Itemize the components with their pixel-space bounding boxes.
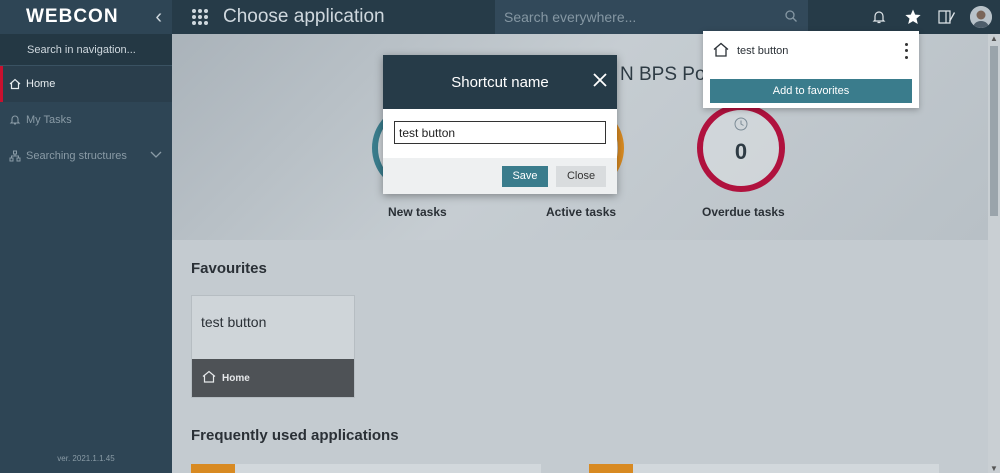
- sidebar-item-home[interactable]: Home: [0, 66, 172, 102]
- dialog-title: Shortcut name: [451, 73, 549, 91]
- dialog-footer: Save Close: [383, 158, 617, 194]
- chevron-down-icon[interactable]: [150, 150, 162, 162]
- main-content: Favourites test button Home Frequently u…: [172, 240, 988, 473]
- dialog-body: [383, 109, 617, 158]
- home-icon: [202, 370, 216, 386]
- favourites-title: Favourites: [191, 260, 267, 277]
- version-label: ver. 2021.1.1.45: [57, 454, 115, 463]
- close-icon[interactable]: [591, 71, 609, 89]
- clock-icon: [733, 116, 749, 137]
- favorites-star-icon[interactable]: [902, 6, 924, 28]
- sidebar-item-my-tasks[interactable]: My Tasks: [0, 102, 172, 138]
- favorites-popup: test button Add to favorites: [703, 31, 919, 108]
- avatar[interactable]: [970, 6, 992, 28]
- overdue-tasks-tile[interactable]: 0: [697, 104, 785, 192]
- home-icon: [713, 42, 729, 60]
- logo-row: WEBCON ‹: [0, 0, 172, 34]
- active-tasks-label: Active tasks: [546, 205, 617, 219]
- topbar-icons: [868, 6, 992, 28]
- scrollbar-thumb[interactable]: [990, 46, 998, 216]
- topbar: Choose application Search everywhere...: [172, 0, 1000, 34]
- frequent-app-card[interactable]: [191, 464, 541, 473]
- shortcut-name-input[interactable]: [394, 121, 606, 144]
- add-to-favorites-button[interactable]: Add to favorites: [710, 79, 912, 103]
- global-search-input[interactable]: Search everywhere...: [495, 0, 808, 34]
- reports-icon[interactable]: [936, 6, 958, 28]
- favorites-popup-item[interactable]: test button: [703, 31, 919, 71]
- sidebar-item-searching-structures[interactable]: Searching structures: [0, 138, 172, 174]
- bell-icon: [8, 113, 22, 127]
- home-icon: [8, 77, 22, 91]
- new-tasks-label: New tasks: [388, 205, 447, 219]
- sidebar: WEBCON ‹ Search in navigation... Home My…: [0, 0, 172, 473]
- favourite-card-name: test button: [201, 314, 267, 330]
- favorites-popup-item-label: test button: [737, 45, 789, 57]
- sidebar-item-label: Home: [26, 78, 56, 90]
- scroll-up-icon[interactable]: ▲: [990, 34, 998, 43]
- logo: WEBCON: [26, 6, 119, 27]
- favourite-card[interactable]: test button Home: [191, 295, 355, 398]
- close-button[interactable]: Close: [556, 165, 606, 187]
- collapse-sidebar-icon[interactable]: ‹: [155, 6, 162, 29]
- search-icon[interactable]: [784, 9, 798, 26]
- overdue-count: 0: [734, 139, 748, 164]
- sidebar-item-label: Searching structures: [26, 150, 127, 162]
- search-placeholder: Search everywhere...: [504, 9, 637, 25]
- save-button[interactable]: Save: [502, 165, 548, 187]
- page-title: Choose application: [223, 6, 385, 27]
- notifications-bell-icon[interactable]: [868, 6, 890, 28]
- frequent-app-card[interactable]: [589, 464, 939, 473]
- nav-search-input[interactable]: Search in navigation...: [0, 34, 172, 66]
- frequent-title: Frequently used applications: [191, 427, 399, 444]
- page-scrollbar[interactable]: ▲ ▼: [988, 34, 1000, 473]
- favourite-card-footer: Home: [192, 359, 354, 397]
- shortcut-name-dialog: Shortcut name Save Close: [383, 55, 617, 194]
- app-grid-icon[interactable]: [192, 9, 208, 25]
- scroll-down-icon[interactable]: ▼: [990, 464, 998, 473]
- favourite-card-app: Home: [222, 372, 250, 384]
- portal-title: N BPS Po: [620, 64, 706, 85]
- hierarchy-icon: [8, 149, 22, 163]
- sidebar-item-label: My Tasks: [26, 114, 72, 126]
- dialog-header: Shortcut name: [383, 55, 617, 109]
- more-options-icon[interactable]: [903, 41, 909, 61]
- overdue-tasks-label: Overdue tasks: [702, 205, 785, 219]
